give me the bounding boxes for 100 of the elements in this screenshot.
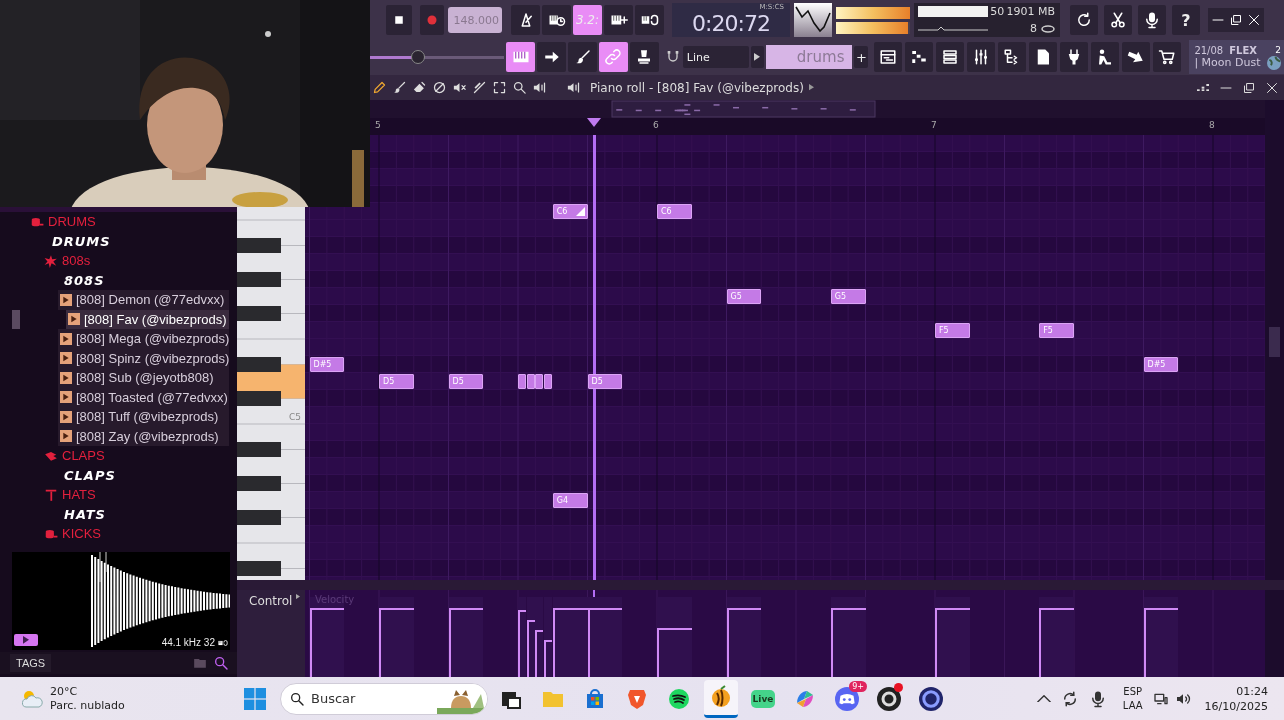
taskbar-app-button[interactable]: Live [746,679,780,718]
note[interactable] [535,374,544,389]
add-pattern-button[interactable]: + [854,46,869,68]
cart-button[interactable] [1153,42,1182,72]
ring-icon [919,686,943,711]
metronome-button[interactable] [511,5,540,35]
file-button[interactable] [1029,42,1058,72]
speaker-tool[interactable] [532,80,547,95]
snap-dropdown[interactable]: Line [682,46,749,68]
scissors-button[interactable] [1104,5,1132,35]
language-indicator[interactable]: ESP [1122,684,1143,699]
record-button[interactable] [420,5,444,35]
file-item[interactable]: [808] Zay (@vibezprods) [58,426,229,446]
person-button[interactable] [1091,42,1120,72]
tags-label[interactable]: TAGS [10,654,52,672]
zoom-tool[interactable] [512,80,527,95]
file-item[interactable]: [808] Toasted (@77edvxx) [58,387,229,407]
channel-rack-button[interactable] [936,42,965,72]
slider-knob[interactable] [411,49,426,64]
note[interactable] [526,374,535,389]
control-dropdown[interactable]: Control [249,594,293,608]
file-item[interactable]: [808] Fav (@vibezprods) [66,309,229,329]
file-item[interactable]: [808] Tuff (@vibezprods) [58,407,229,427]
folder-label[interactable]: DRUMS [48,214,96,230]
search-button[interactable] [213,655,229,671]
master-volume-slider[interactable] [370,49,505,65]
note[interactable]: G5 [726,289,762,304]
folder-label[interactable]: CLAPS [62,448,105,464]
news-panel[interactable]: 21/08 FLEX | Moon Dust 2 [1189,40,1284,74]
note[interactable]: D#5 [309,357,345,372]
scrollbar-thumb[interactable] [1269,327,1280,357]
bar-number: 6 [653,120,659,130]
maximize-button[interactable] [1243,81,1255,94]
mixer-button[interactable] [967,42,996,72]
clock-date[interactable]: 16/10/2025 [1204,698,1268,714]
playlist-button[interactable] [874,42,903,72]
chevron-up-icon [1036,694,1051,703]
loop-button[interactable] [635,5,664,35]
minimize-button[interactable] [1220,86,1232,89]
note[interactable]: D5 [448,374,484,389]
piano-roll-button[interactable] [506,42,536,72]
time-value: 0:20:72 [692,12,770,36]
brush-tool[interactable] [392,80,407,95]
taskbar-app-button[interactable]: 9+ [830,679,864,718]
arrow-button[interactable] [537,42,567,72]
language-indicator[interactable]: LAA [1122,698,1143,713]
slash-circle-tool[interactable] [432,80,447,95]
note[interactable]: G5 [830,289,866,304]
mute-tool[interactable] [452,80,467,95]
pencil-tool[interactable] [372,80,387,95]
folder-label[interactable]: HATS [62,487,96,503]
note[interactable]: D5 [379,374,414,389]
piano-plus-button[interactable] [604,5,633,35]
play-button[interactable] [14,634,38,646]
stop-button[interactable] [386,5,412,35]
note[interactable]: D5 [587,374,623,389]
dots-button[interactable] [1197,83,1209,92]
note[interactable]: F5 [1039,323,1074,338]
eraser-tool[interactable] [412,80,427,95]
refresh-icon [1075,11,1093,29]
ring-icon [877,686,901,711]
note[interactable]: G4 [552,493,588,508]
file-item[interactable]: [808] Demon (@77edvxx) [58,290,229,310]
microphone-button[interactable] [1138,5,1166,35]
search-field[interactable]: Buscar [311,691,375,706]
note[interactable]: F5 [935,323,970,338]
next-button[interactable] [750,46,765,68]
taskbar-app-button[interactable] [704,679,738,718]
clock-time[interactable]: 01:24 [1204,683,1268,699]
playhead-marker[interactable] [587,118,602,128]
note[interactable]: D#5 [1143,357,1179,372]
download-button[interactable] [1122,42,1151,72]
minimize-icon [1220,86,1232,89]
file-item[interactable]: [808] Spinz (@vibezprods) [58,348,229,368]
file-item[interactable]: [808] Mega (@vibezprods) [58,329,229,349]
speaker-tool[interactable] [566,80,581,95]
select-tool[interactable] [492,80,507,95]
speaker-icon [566,80,581,95]
start-button[interactable] [244,687,266,710]
close-button[interactable] [1266,81,1278,94]
help-button[interactable]: ? [1172,5,1200,35]
plug-button[interactable] [1060,42,1089,72]
piano-clock-button[interactable] [542,5,571,35]
folder-label[interactable]: KICKS [62,526,101,542]
folder-label[interactable]: 808s [62,253,91,269]
file-item[interactable]: [808] Sub (@jeyotb808) [58,368,229,388]
chevron-up-tray-button[interactable] [1036,694,1051,703]
note[interactable]: C6 [552,204,588,219]
refresh-button[interactable] [1070,5,1098,35]
stamp-button[interactable] [629,42,659,72]
piano-keyboard[interactable]: C5 [237,207,305,580]
piano-button[interactable] [905,42,934,72]
note[interactable]: C6 [657,204,692,219]
cymbal-stand-icon [44,487,58,502]
browser-button[interactable] [998,42,1027,72]
knife-tool[interactable] [472,80,487,95]
pattern-field[interactable]: drums [766,45,853,69]
link-icon [604,48,623,66]
brush-button[interactable] [568,42,598,72]
maximize-button[interactable] [1230,14,1242,26]
